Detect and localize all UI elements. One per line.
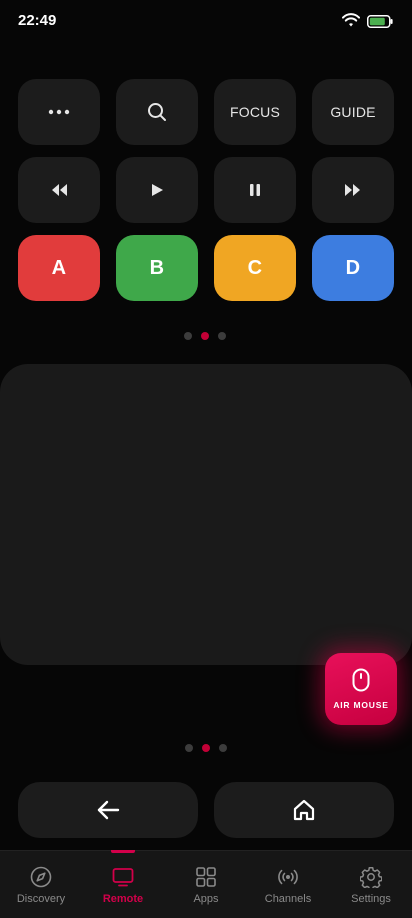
status-bar: 22:49 (0, 0, 412, 40)
tab-discovery[interactable]: Discovery (0, 851, 82, 918)
tab-remote[interactable]: Remote (82, 851, 164, 918)
page-indicator-bottom (185, 744, 227, 752)
page-dot (202, 744, 210, 752)
mouse-icon (352, 668, 370, 692)
status-time: 22:49 (18, 12, 57, 29)
page-indicator-top (184, 332, 226, 340)
air-mouse-button[interactable]: AIR MOUSE (325, 653, 397, 725)
color-button-d-label: D (345, 256, 361, 279)
color-button-c-label: C (247, 256, 263, 279)
more-button[interactable] (18, 79, 100, 145)
home-button[interactable] (214, 782, 394, 838)
page-dot (201, 332, 209, 340)
tab-discovery-label: Discovery (16, 893, 66, 905)
fast-forward-icon (345, 184, 360, 196)
active-tab-indicator (111, 850, 135, 853)
page-dot (219, 744, 227, 752)
battery-icon (367, 15, 393, 28)
page-dot (184, 332, 192, 340)
color-button-b[interactable]: B (116, 235, 198, 301)
wifi-icon (342, 13, 360, 27)
tab-apps-label: Apps (193, 893, 219, 905)
gear-icon (360, 867, 382, 888)
page-dot (185, 744, 193, 752)
guide-button-label: GUIDE (330, 104, 376, 120)
focus-button-label: FOCUS (230, 104, 280, 120)
air-mouse-label: AIR MOUSE (333, 700, 389, 710)
color-button-a[interactable]: A (18, 235, 100, 301)
tv-icon (112, 868, 134, 887)
tab-apps[interactable]: Apps (165, 851, 247, 918)
arrow-left-icon (97, 800, 120, 820)
back-button[interactable] (18, 782, 198, 838)
focus-button[interactable]: FOCUS (214, 79, 296, 145)
page-dot (218, 332, 226, 340)
broadcast-icon (278, 869, 298, 885)
guide-button[interactable]: GUIDE (312, 79, 394, 145)
search-button[interactable] (116, 79, 198, 145)
touchpad[interactable] (0, 364, 412, 665)
rewind-icon (52, 184, 67, 196)
apps-grid-icon (196, 867, 216, 887)
tab-remote-label: Remote (102, 893, 144, 905)
color-button-b-label: B (149, 256, 165, 279)
color-button-a-label: A (51, 256, 67, 279)
bottom-tab-bar: Discovery Remote Apps Channels Settings (0, 850, 412, 918)
tab-settings-label: Settings (351, 893, 391, 905)
compass-icon (30, 866, 52, 888)
more-horizontal-icon (48, 109, 70, 115)
color-button-d[interactable]: D (312, 235, 394, 301)
color-button-c[interactable]: C (214, 235, 296, 301)
pause-button[interactable] (214, 157, 296, 223)
tab-settings[interactable]: Settings (330, 851, 412, 918)
play-button[interactable] (116, 157, 198, 223)
home-icon (293, 799, 315, 821)
fast-forward-button[interactable] (312, 157, 394, 223)
play-icon (152, 184, 163, 196)
tab-channels[interactable]: Channels (247, 851, 329, 918)
rewind-button[interactable] (18, 157, 100, 223)
pause-icon (250, 184, 260, 196)
search-icon (148, 103, 166, 121)
tab-channels-label: Channels (264, 893, 312, 905)
